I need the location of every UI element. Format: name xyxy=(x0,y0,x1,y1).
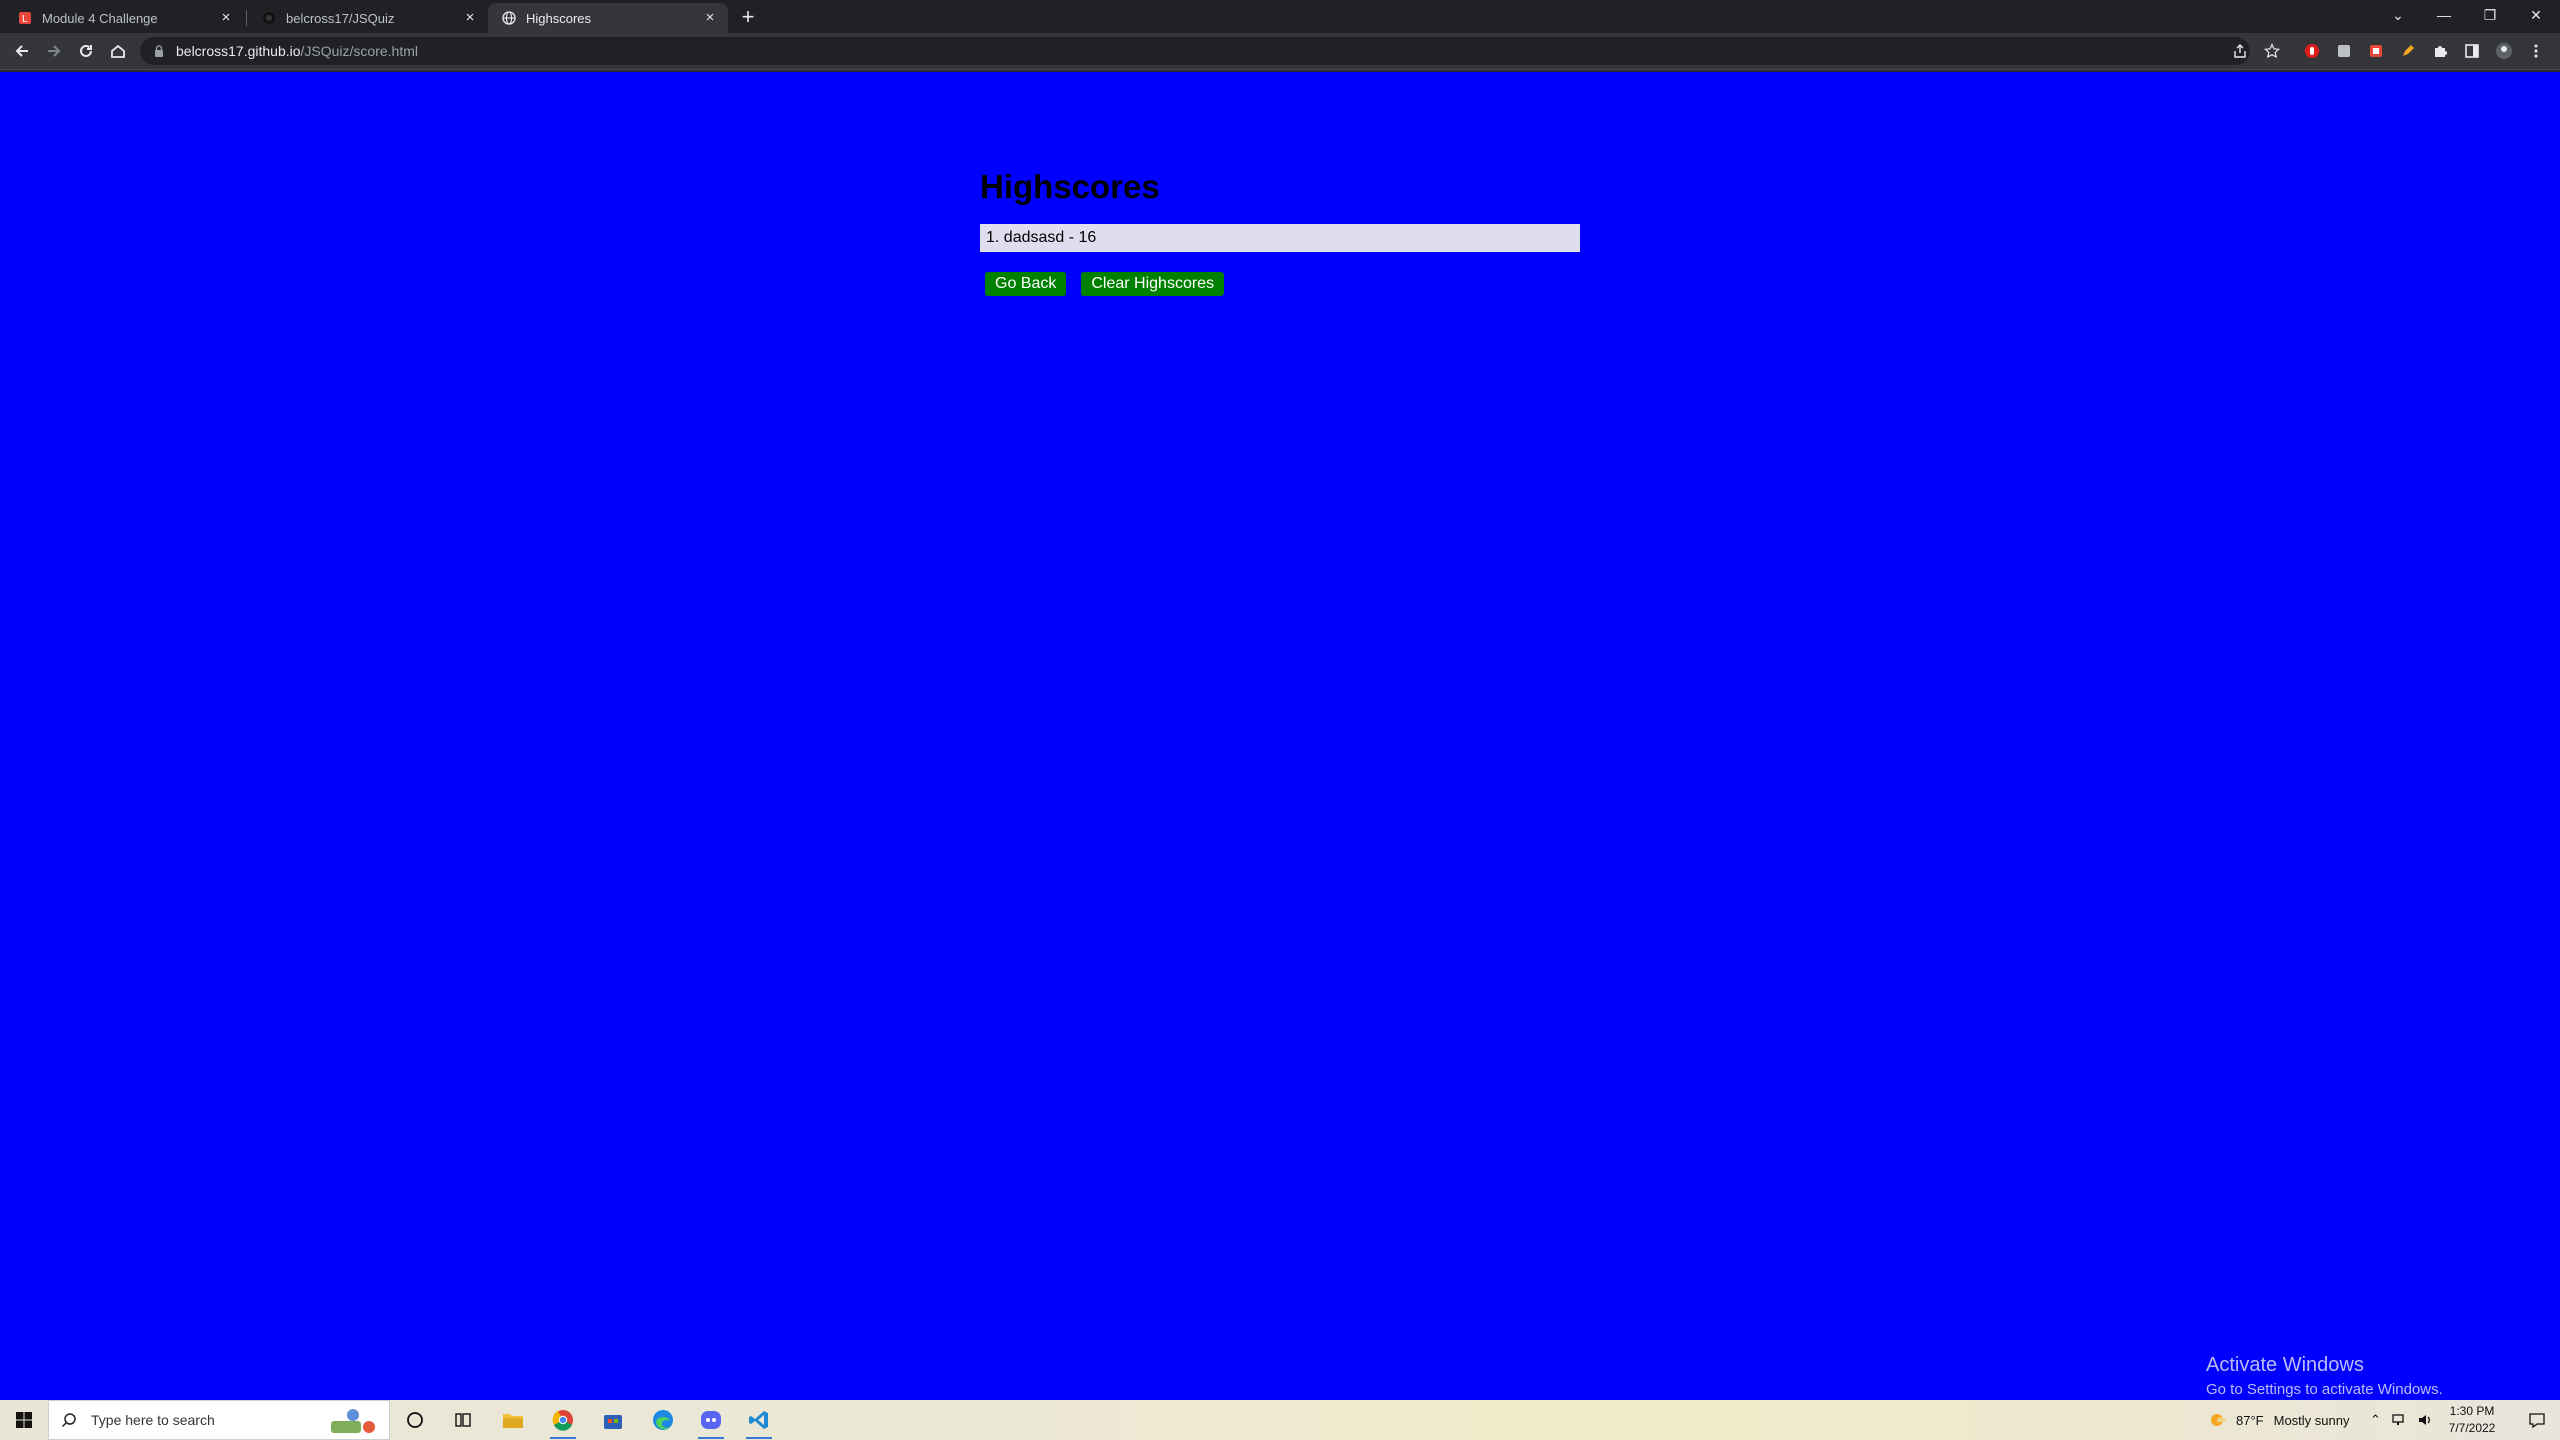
lock-icon[interactable] xyxy=(152,44,166,58)
globe-icon xyxy=(502,11,516,25)
tab-title: belcross17/JSQuiz xyxy=(286,10,395,26)
kebab-menu-icon[interactable] xyxy=(2526,41,2546,61)
close-icon[interactable]: × xyxy=(218,10,234,26)
forward-arrow-icon xyxy=(48,45,61,57)
chevron-up-icon[interactable]: ⌃ xyxy=(2370,1412,2381,1428)
restore-button[interactable]: ❐ xyxy=(2467,0,2513,30)
score-list: 1. dadsasd - 16 xyxy=(980,224,1580,252)
home-icon xyxy=(111,44,125,58)
clock-date: 7/7/2022 xyxy=(2448,1421,2496,1435)
weather-desc: Mostly sunny xyxy=(2273,1412,2350,1428)
url-path: /JSQuiz/score.html xyxy=(300,43,419,59)
extension-icon[interactable] xyxy=(2334,41,2354,61)
close-icon[interactable]: × xyxy=(462,10,478,26)
vscode-icon[interactable] xyxy=(736,1400,782,1440)
bookmark-star-icon[interactable] xyxy=(2262,37,2282,65)
file-explorer-icon[interactable] xyxy=(490,1400,536,1440)
favicon-icon: L xyxy=(19,12,31,25)
system-tray: ⌃ xyxy=(2370,1400,2433,1440)
search-icon xyxy=(61,1413,76,1428)
store-icon[interactable] xyxy=(590,1400,636,1440)
share-icon[interactable] xyxy=(2230,37,2250,65)
tab-highscores[interactable]: Highscores × xyxy=(488,3,728,33)
weather-widget[interactable]: 87°F Mostly sunny xyxy=(2208,1400,2349,1440)
close-icon[interactable]: × xyxy=(702,10,718,26)
cortana-icon[interactable] xyxy=(392,1400,438,1440)
watermark-title: Activate Windows xyxy=(2206,1354,2364,1376)
tab-separator xyxy=(246,10,247,26)
button-row: Go Back Clear Highscores xyxy=(980,272,1580,296)
back-button[interactable] xyxy=(10,39,34,63)
tab-title: Highscores xyxy=(526,10,592,26)
reload-icon xyxy=(80,44,92,57)
windows-taskbar: Type here to search 87°F Mostly sunny ⌃ … xyxy=(0,1400,2560,1440)
volume-icon[interactable] xyxy=(2417,1413,2433,1427)
reload-button[interactable] xyxy=(74,39,98,63)
search-placeholder: Type here to search xyxy=(91,1412,215,1428)
github-icon xyxy=(263,12,275,24)
start-button[interactable] xyxy=(0,1400,48,1440)
taskbar-search-box[interactable]: Type here to search xyxy=(48,1400,390,1440)
highscores-panel: Highscores 1. dadsasd - 16 Go Back Clear… xyxy=(980,168,1580,296)
activate-windows-watermark: Activate Windows Go to Settings to activ… xyxy=(2206,1354,2443,1398)
page-title: Highscores xyxy=(980,168,1160,205)
new-tab-button[interactable]: + xyxy=(738,6,758,28)
tab-search-icon[interactable]: ⌄ xyxy=(2375,0,2421,30)
browser-toolbar: belcross17.github.io/JSQuiz/score.html xyxy=(0,33,2560,70)
address-bar[interactable]: belcross17.github.io/JSQuiz/score.html xyxy=(140,37,2250,65)
clear-highscores-button[interactable]: Clear Highscores xyxy=(1081,272,1225,296)
task-view-icon[interactable] xyxy=(440,1400,486,1440)
edge-icon[interactable] xyxy=(640,1400,686,1440)
chrome-icon[interactable] xyxy=(540,1400,586,1440)
url-text: belcross17.github.io/JSQuiz/score.html xyxy=(176,43,418,59)
extension-icon[interactable] xyxy=(2302,41,2322,61)
watermark-subtitle: Go to Settings to activate Windows. xyxy=(2206,1381,2443,1398)
tab-module-4-challenge[interactable]: L Module 4 Challenge × xyxy=(4,3,244,33)
url-host: belcross17.github.io xyxy=(176,43,301,59)
windows-logo-icon xyxy=(16,1412,32,1428)
svg-text:L: L xyxy=(22,14,28,25)
go-back-button[interactable]: Go Back xyxy=(985,272,1067,296)
browser-tab-strip: L Module 4 Challenge × belcross17/JSQuiz… xyxy=(0,0,2560,33)
pencil-icon[interactable] xyxy=(2398,41,2418,61)
weather-sun-icon xyxy=(2211,1414,2227,1426)
minimize-button[interactable]: — xyxy=(2421,0,2467,30)
network-icon[interactable] xyxy=(2391,1413,2409,1427)
profile-avatar-icon[interactable] xyxy=(2494,41,2514,61)
back-arrow-icon xyxy=(15,45,28,57)
side-panel-icon[interactable] xyxy=(2462,41,2482,61)
clock-time: 1:30 PM xyxy=(2449,1404,2495,1418)
taskbar-clock[interactable]: 1:30 PM 7/7/2022 xyxy=(2436,1403,2508,1437)
search-highlight-icon[interactable] xyxy=(329,1407,377,1435)
tab-jsquiz-repo[interactable]: belcross17/JSQuiz × xyxy=(248,3,488,33)
extensions-puzzle-icon[interactable] xyxy=(2430,41,2450,61)
page-viewport: Highscores 1. dadsasd - 16 Go Back Clear… xyxy=(0,72,2560,1400)
discord-icon[interactable] xyxy=(688,1400,734,1440)
tab-title: Module 4 Challenge xyxy=(42,10,158,26)
home-button[interactable] xyxy=(106,39,130,63)
weather-temp: 87°F xyxy=(2236,1412,2264,1428)
extension-icon[interactable] xyxy=(2366,41,2386,61)
notifications-icon[interactable] xyxy=(2514,1400,2560,1440)
score-list-item: 1. dadsasd - 16 xyxy=(980,224,1580,252)
close-window-button[interactable]: ✕ xyxy=(2513,0,2559,30)
forward-button[interactable] xyxy=(42,39,66,63)
